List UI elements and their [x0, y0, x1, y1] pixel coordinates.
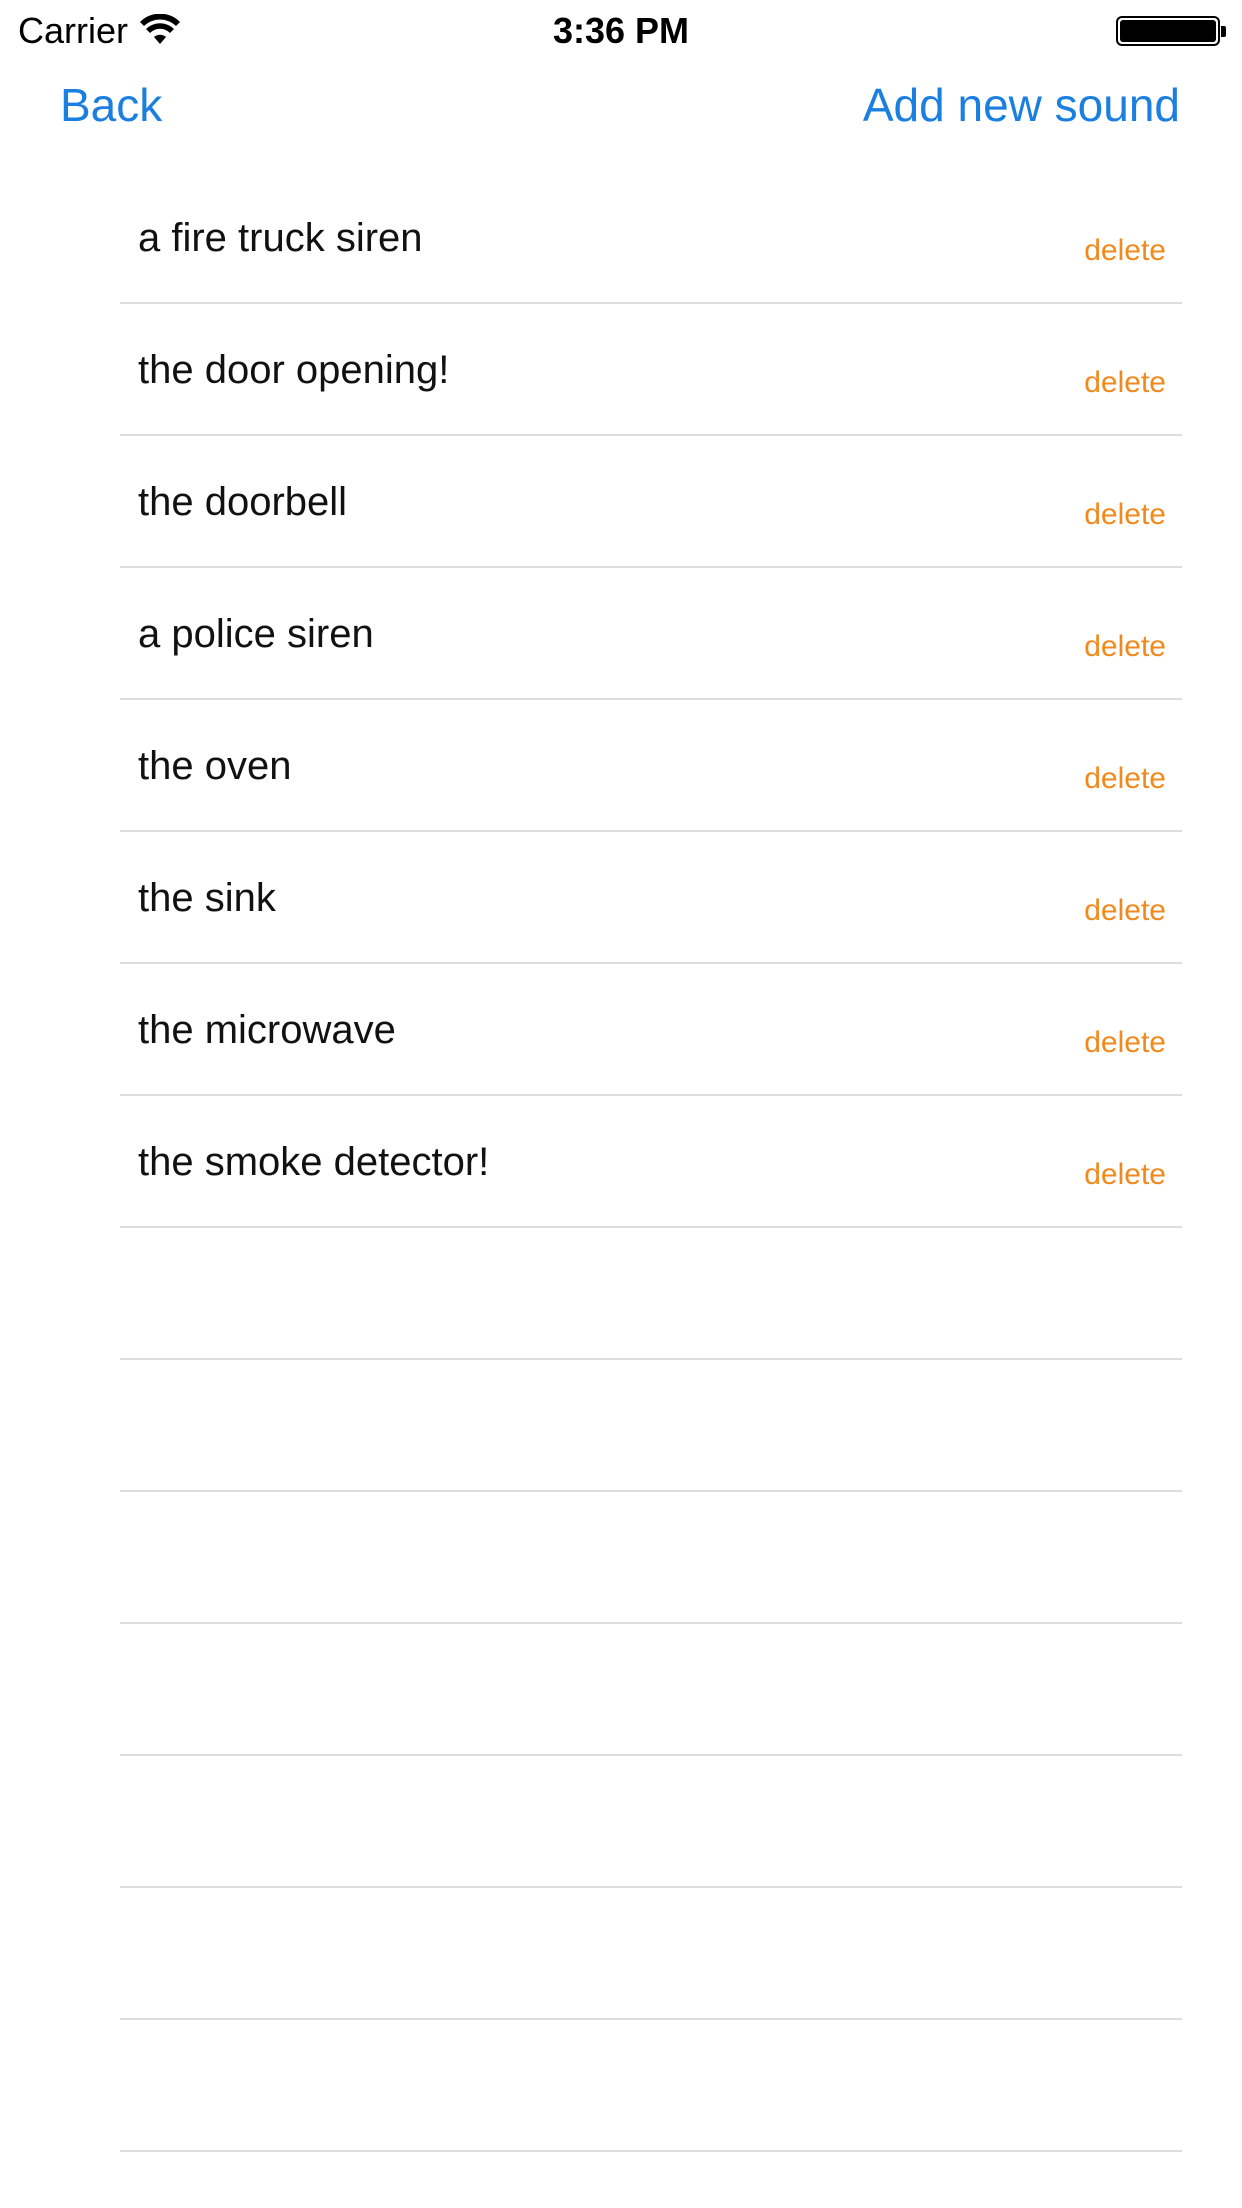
navigation-bar: Back Add new sound: [0, 62, 1242, 152]
empty-row: [120, 1624, 1182, 1756]
sound-label: a fire truck siren: [138, 216, 423, 260]
list-item[interactable]: the smoke detector! delete: [120, 1096, 1182, 1228]
status-bar: Carrier 3:36 PM: [0, 0, 1242, 62]
delete-button[interactable]: delete: [1084, 498, 1166, 532]
list-item[interactable]: a police siren delete: [120, 568, 1182, 700]
delete-button[interactable]: delete: [1084, 894, 1166, 928]
status-time: 3:36 PM: [552, 10, 690, 51]
delete-button[interactable]: delete: [1084, 1158, 1166, 1192]
empty-row: [120, 1492, 1182, 1624]
empty-row: [120, 1228, 1182, 1360]
sound-label: the oven: [138, 744, 292, 788]
empty-row: [120, 1756, 1182, 1888]
screen: Carrier 3:36 PM Back Add new sound a fir…: [0, 0, 1242, 2208]
delete-button[interactable]: delete: [1084, 630, 1166, 664]
list-item[interactable]: the sink delete: [120, 832, 1182, 964]
delete-button[interactable]: delete: [1084, 366, 1166, 400]
empty-row: [120, 2020, 1182, 2152]
sound-label: the smoke detector!: [138, 1140, 490, 1184]
sound-label: a police siren: [138, 612, 374, 656]
list-item[interactable]: the door opening! delete: [120, 304, 1182, 436]
sound-label: the microwave: [138, 1008, 396, 1052]
list-item[interactable]: the microwave delete: [120, 964, 1182, 1096]
empty-row: [120, 1360, 1182, 1492]
list-item[interactable]: a fire truck siren delete: [120, 172, 1182, 304]
list-item[interactable]: the oven delete: [120, 700, 1182, 832]
sound-label: the sink: [138, 876, 276, 920]
delete-button[interactable]: delete: [1084, 1026, 1166, 1060]
add-new-sound-button[interactable]: Add new sound: [863, 78, 1180, 132]
sound-label: the doorbell: [138, 480, 348, 524]
sound-list: a fire truck siren delete the door opening…: [120, 172, 1182, 2152]
delete-button[interactable]: delete: [1084, 234, 1166, 268]
sound-label: the door opening!: [138, 348, 450, 392]
empty-row: [120, 1888, 1182, 2020]
battery-icon: [1116, 16, 1228, 46]
list-item[interactable]: the doorbell delete: [120, 436, 1182, 568]
back-button[interactable]: Back: [60, 78, 162, 132]
delete-button[interactable]: delete: [1084, 762, 1166, 796]
